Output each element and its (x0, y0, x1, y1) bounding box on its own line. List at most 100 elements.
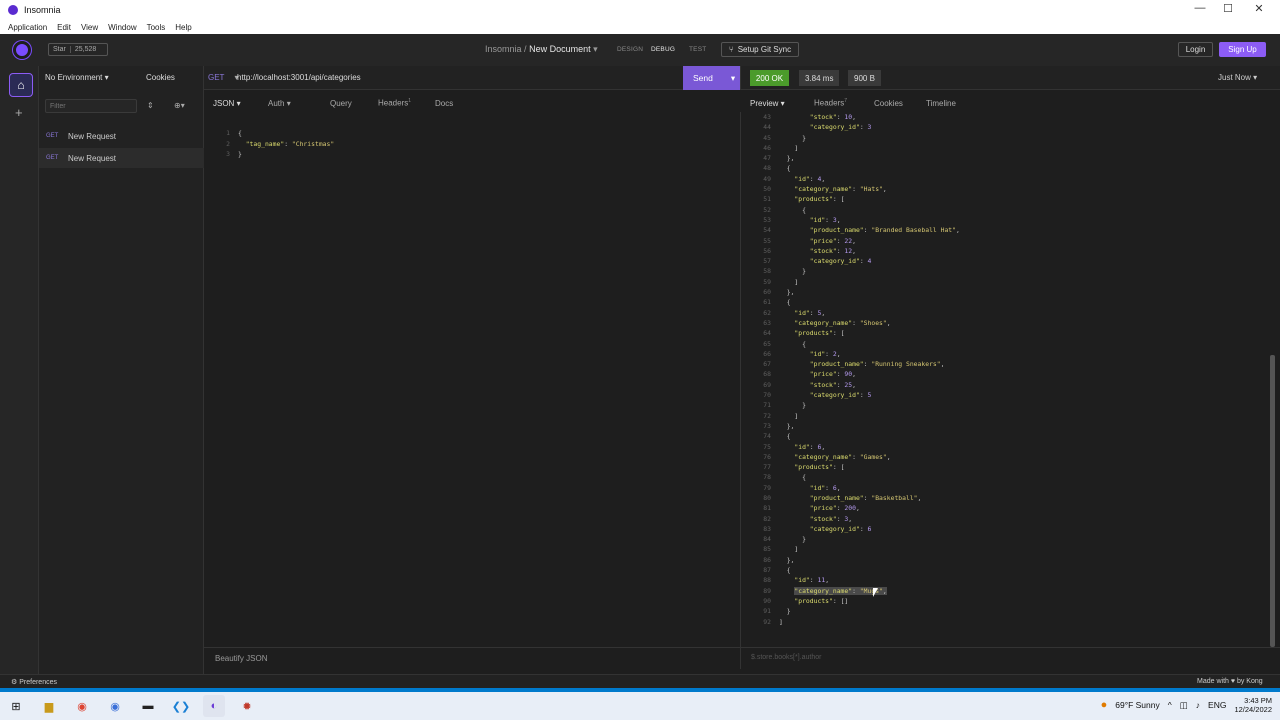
sort-icon[interactable]: ⇕ (147, 101, 154, 110)
login-button[interactable]: Login (1178, 42, 1213, 57)
line-number: 57 (763, 257, 771, 266)
vscode-icon[interactable]: ❮❯ (170, 695, 192, 717)
line-number: 1 (226, 129, 230, 138)
request-method: GET (46, 155, 59, 161)
breadcrumb-workspace[interactable]: Insomnia (485, 44, 522, 54)
home-icon[interactable]: ⌂ (9, 73, 33, 97)
chevron-down-icon[interactable]: ▾ (731, 73, 735, 84)
cookies-button[interactable]: Cookies (146, 73, 175, 82)
breadcrumb-document[interactable]: New Document (529, 44, 591, 54)
terminal-icon[interactable]: ▬ (137, 695, 159, 717)
gear-icon: ⚙ (11, 679, 20, 686)
code-line: 78 { (757, 472, 960, 482)
menu-window[interactable]: Window (108, 23, 136, 32)
request-method: GET (46, 133, 59, 139)
sidebar-request-item-active[interactable]: GET New Request (39, 148, 204, 168)
json-key: "stock" (809, 113, 837, 121)
menu-application[interactable]: Application (8, 23, 47, 32)
line-number: 80 (763, 493, 771, 502)
json-value: 22 (844, 236, 853, 245)
tab-docs[interactable]: Docs (435, 99, 453, 108)
plus-icon[interactable]: + (15, 105, 23, 120)
menu-help[interactable]: Help (175, 23, 191, 32)
environment-label: No Environment (45, 73, 103, 82)
line-number: 76 (763, 452, 771, 461)
signup-button[interactable]: Sign Up (1219, 42, 1266, 57)
send-button[interactable]: Send ▾ (683, 66, 740, 90)
json-value: [ (840, 329, 845, 338)
json-punctuation: { (786, 298, 791, 307)
chevron-down-icon[interactable]: ▾ (593, 44, 598, 54)
response-history-dropdown[interactable]: Just Now ▾ (1218, 73, 1257, 82)
windows-start-icon[interactable]: ⊞ (5, 695, 27, 717)
file-explorer-icon[interactable]: ▆ (38, 695, 60, 717)
volume-icon[interactable]: ♪ (1196, 700, 1200, 710)
lang-label[interactable]: ENG (1208, 700, 1226, 710)
json-value: "Running Sneakers" (871, 360, 941, 369)
line-number: 51 (763, 195, 771, 204)
weather-label[interactable]: 69°F Sunny (1115, 700, 1160, 710)
response-viewer[interactable]: 43 "stock": 10, 44 "category_id": 3 45 } 46… (740, 112, 1268, 647)
json-value: 5 (867, 391, 872, 400)
code-line: 91 } (757, 606, 960, 616)
preferences-button[interactable]: ⚙ Preferences (11, 678, 57, 686)
json-punctuation: ] (794, 411, 799, 420)
tab-json[interactable]: JSON ▾ (213, 99, 268, 108)
code-line: 57 "category_id": 4 (757, 256, 960, 266)
github-star-button[interactable]: Star 25,528 (48, 43, 108, 56)
environment-selector[interactable]: No Environment ▾ (45, 73, 109, 82)
url-input[interactable]: http://localhost:3001/api/categories (237, 73, 361, 82)
tab-response-headers[interactable]: Headers7 (814, 98, 874, 108)
close-button[interactable]: ✕ (1245, 2, 1273, 18)
response-filter-input[interactable]: $.store.books[*].author (740, 647, 1280, 669)
json-value: 90 (844, 370, 853, 379)
json-value: "Games" (859, 452, 887, 461)
request-body-editor[interactable]: 1{2 "tag_name": "Christmas" 3} (204, 112, 740, 647)
chevron-up-icon[interactable]: ^ (1168, 700, 1172, 710)
tab-timeline[interactable]: Timeline (926, 99, 956, 108)
maximize-button[interactable]: ☐ (1214, 2, 1242, 18)
chevron-down-icon: ▾ (104, 73, 109, 82)
tab-headers-label: Headers (378, 98, 409, 108)
network-icon[interactable]: ◫ (1180, 700, 1188, 711)
line-number: 61 (763, 298, 771, 307)
tab-design[interactable]: DESIGN (617, 46, 643, 53)
clock[interactable]: 3:43 PM 12/24/2022 (1234, 696, 1272, 714)
weather-icon: ● (1100, 699, 1108, 711)
sidebar-request-item[interactable]: GET New Request (39, 126, 204, 146)
response-scrollbar-thumb[interactable] (1270, 355, 1275, 647)
beautify-json-button[interactable]: Beautify JSON (204, 647, 740, 669)
chrome-profile-icon[interactable]: ◉ (104, 695, 126, 717)
filter-input[interactable] (45, 99, 137, 113)
chrome-icon[interactable]: ◉ (71, 695, 93, 717)
tab-test[interactable]: TEST (689, 46, 706, 53)
minimize-button[interactable]: — (1186, 2, 1214, 18)
code-line: 59 ] (757, 277, 960, 287)
insomnia-logo-icon[interactable] (13, 41, 31, 59)
line-number: 85 (763, 545, 771, 554)
json-value: [] (840, 596, 849, 605)
breadcrumb[interactable]: Insomnia / New Document ▾ (485, 44, 598, 55)
menu-view[interactable]: View (81, 23, 98, 32)
json-key: "id" (809, 483, 826, 492)
code-line: 80 "product_name": "Basketball", (757, 493, 960, 503)
preferences-label: Preferences (19, 679, 57, 686)
app-taskbar-icon[interactable]: ✹ (236, 695, 258, 717)
tab-preview[interactable]: Preview ▾ (750, 99, 814, 108)
add-dropdown-icon[interactable]: ⊕▾ (174, 101, 185, 110)
tab-debug[interactable]: DEBUG (651, 46, 675, 53)
json-key: "id" (809, 349, 826, 358)
code-line: 68 "price": 90, (757, 369, 960, 379)
tab-query[interactable]: Query (330, 99, 378, 108)
tab-response-cookies[interactable]: Cookies (874, 99, 926, 108)
menu-edit[interactable]: Edit (57, 23, 71, 32)
method-selector[interactable]: GET ▾ (208, 73, 239, 82)
code-line: 73 }, (757, 421, 960, 431)
json-key: "products" (794, 195, 833, 204)
json-key: "category_id" (809, 524, 860, 533)
tab-auth[interactable]: Auth ▾ (268, 99, 330, 108)
insomnia-taskbar-icon[interactable]: ◐ (203, 695, 225, 717)
setup-git-sync-button[interactable]: ⑂ Setup Git Sync (721, 42, 799, 57)
tab-headers[interactable]: Headers1 (378, 98, 435, 108)
menu-tools[interactable]: Tools (147, 23, 166, 32)
